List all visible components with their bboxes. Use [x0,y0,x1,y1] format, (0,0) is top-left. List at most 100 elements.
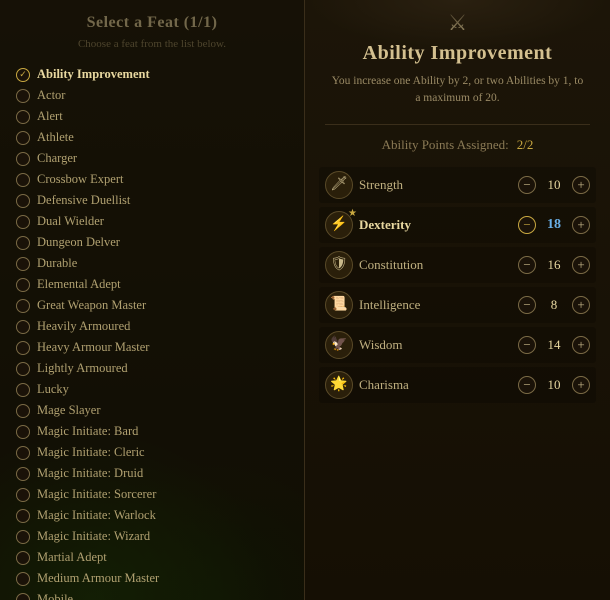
feat-item[interactable]: Martial Adept [12,547,296,568]
panel-subtitle: Choose a feat from the list below. [0,36,304,60]
feat-name: Magic Initiate: Sorcerer [37,487,156,502]
ability-points-value: 2/2 [517,137,534,153]
feat-name: Magic Initiate: Druid [37,466,143,481]
ability-minus-button[interactable]: − [518,296,536,314]
ability-plus-button[interactable]: + [572,336,590,354]
ability-name: Constitution [359,257,512,273]
feat-name: Lucky [37,382,69,397]
feat-item[interactable]: Heavily Armoured [12,316,296,337]
ability-icon: 🗡 [325,171,353,199]
ability-minus-button[interactable]: − [518,376,536,394]
feat-item[interactable]: Charger [12,148,296,169]
ability-name: Intelligence [359,297,512,313]
ability-value: 18 [542,217,566,233]
feat-item[interactable]: Magic Initiate: Druid [12,463,296,484]
feat-item[interactable]: Great Weapon Master [12,295,296,316]
feat-list: Ability Improvement Actor AlertAthleteChar… [0,60,304,600]
feat-name: Dual Wielder [37,214,104,229]
feat-item[interactable]: Defensive Duellist [12,190,296,211]
radio-circle [16,551,30,565]
radio-circle [16,152,30,166]
ability-icon: 🛡 [325,251,353,279]
radio-circle [16,278,30,292]
ability-plus-button[interactable]: + [572,376,590,394]
feat-name: Defensive Duellist [37,193,130,208]
ability-plus-button[interactable]: + [572,296,590,314]
feat-name: Medium Armour Master [37,571,159,586]
feat-item[interactable]: Actor [12,85,296,106]
feat-name: Heavy Armour Master [37,340,149,355]
feat-item[interactable]: Magic Initiate: Cleric [12,442,296,463]
feat-name: Crossbow Expert [37,172,123,187]
feat-name: Magic Initiate: Bard [37,424,138,439]
feat-item[interactable]: Alert [12,106,296,127]
feat-title: Ability Improvement [305,40,610,73]
ability-row: 🗡Strength−10+ [319,167,596,203]
panel-title: Select a Feat (1/1) [0,0,304,36]
radio-circle [16,488,30,502]
radio-circle [16,383,30,397]
radio-circle [16,341,30,355]
feat-name: Magic Initiate: Warlock [37,508,156,523]
radio-circle [16,446,30,460]
ability-name: Wisdom [359,337,512,353]
feat-item[interactable]: Athlete [12,127,296,148]
radio-circle [16,110,30,124]
feat-item[interactable]: Crossbow Expert [12,169,296,190]
radio-circle [16,425,30,439]
radio-circle [16,215,30,229]
left-panel: Select a Feat (1/1) Choose a feat from t… [0,0,305,600]
feat-item[interactable]: Mobile [12,589,296,600]
feat-description: You increase one Ability by 2, or two Ab… [305,73,610,120]
feat-item[interactable]: Dual Wielder [12,211,296,232]
ability-row: 🦅Wisdom−14+ [319,327,596,363]
feat-item[interactable]: Dungeon Delver [12,232,296,253]
ability-value: 10 [542,377,566,393]
feat-item[interactable]: Magic Initiate: Wizard [12,526,296,547]
radio-circle [16,467,30,481]
feat-item[interactable]: Medium Armour Master [12,568,296,589]
radio-circle [16,257,30,271]
radio-circle [16,320,30,334]
ability-name: Charisma [359,377,512,393]
radio-circle [16,404,30,418]
feat-item[interactable]: Ability Improvement [12,64,296,85]
ability-minus-button[interactable]: − [518,336,536,354]
right-panel: ⚔ Ability Improvement You increase one A… [305,0,610,600]
feat-item[interactable]: Lightly Armoured [12,358,296,379]
ability-plus-button[interactable]: + [572,256,590,274]
feat-item[interactable]: Mage Slayer [12,400,296,421]
feat-item[interactable]: Lucky [12,379,296,400]
ability-minus-button[interactable]: − [518,216,536,234]
ability-value: 14 [542,337,566,353]
feat-item[interactable]: Magic Initiate: Warlock [12,505,296,526]
ability-minus-button[interactable]: − [518,176,536,194]
ability-plus-button[interactable]: + [572,216,590,234]
ability-list: 🗡Strength−10+⚡★Dexterity−18+🛡Constitutio… [305,167,610,591]
radio-circle [16,299,30,313]
ability-points-label: Ability Points Assigned: [382,137,509,153]
radio-circle [16,131,30,145]
feat-item[interactable]: Magic Initiate: Sorcerer [12,484,296,505]
feat-item[interactable]: Magic Initiate: Bard [12,421,296,442]
feat-name: Dungeon Delver [37,235,120,250]
feat-item[interactable]: Elemental Adept [12,274,296,295]
feat-name: Mage Slayer [37,403,101,418]
feat-item[interactable]: Durable [12,253,296,274]
feat-name: Lightly Armoured [37,361,128,376]
ability-minus-button[interactable]: − [518,256,536,274]
ability-row: ⚡★Dexterity−18+ [319,207,596,243]
ability-points-row: Ability Points Assigned: 2/2 [305,135,610,167]
feat-name: Ability Improvement [37,67,150,82]
radio-circle [16,572,30,586]
feat-item[interactable]: Heavy Armour Master [12,337,296,358]
radio-circle [16,530,30,544]
ability-icon: 📜 [325,291,353,319]
feat-name: Heavily Armoured [37,319,130,334]
ability-name: Dexterity [359,217,512,233]
ability-plus-button[interactable]: + [572,176,590,194]
feat-name: Actor [37,88,65,103]
feat-name: Mobile [37,592,73,600]
feat-name: Magic Initiate: Wizard [37,529,150,544]
ability-row: 📜Intelligence−8+ [319,287,596,323]
